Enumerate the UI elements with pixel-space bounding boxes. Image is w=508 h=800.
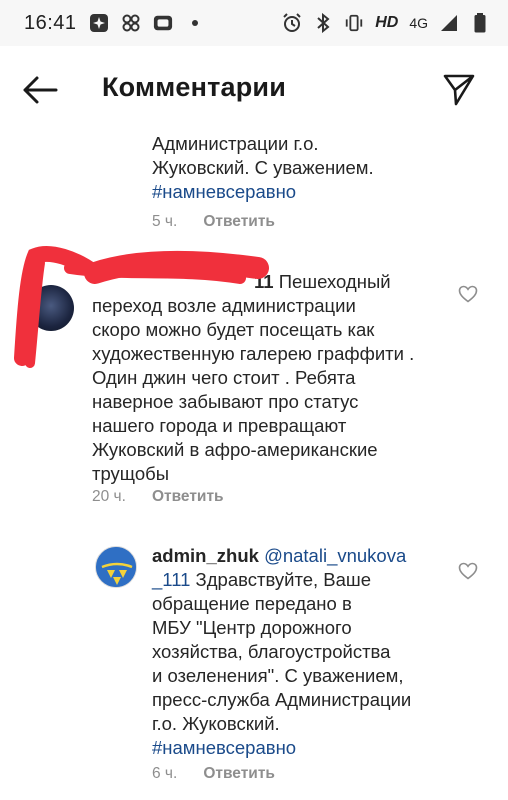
back-button[interactable] [20, 74, 60, 106]
reply-button[interactable]: Ответить [152, 488, 224, 506]
comment-line: обращение передано в [152, 593, 352, 614]
share-button[interactable] [442, 72, 476, 106]
comment-line: наверное забывают про статус [92, 391, 359, 412]
mention-link[interactable]: @natali_vnukova [264, 545, 406, 566]
alarm-icon [282, 13, 302, 33]
avatar[interactable] [95, 546, 137, 588]
hashtag-link[interactable]: #намневсеравно [152, 180, 452, 204]
dot-indicator-icon [185, 13, 205, 33]
reply-button[interactable]: Ответить [203, 765, 275, 783]
username-suffix: 11 [254, 271, 274, 292]
comment-line: хозяйства, благоустройства [152, 641, 391, 662]
heart-icon [458, 285, 478, 303]
heart-icon [458, 562, 478, 580]
comment-line: пресс-служба Администрации [152, 689, 412, 710]
status-bar: 16:41 HD 4G [0, 0, 508, 46]
comment-line: переход возле администрации [92, 295, 356, 316]
comment-line: Пешеходный [273, 271, 391, 292]
signal-icon [439, 13, 459, 33]
comment-line: Жуковский в афро-американские [92, 439, 378, 460]
username[interactable]: admin_zhuk [152, 545, 259, 566]
hashtag-link[interactable]: #намневсеравно [152, 736, 462, 760]
comment-meta: 5 ч. Ответить [152, 213, 275, 231]
app-notification-icon [89, 13, 109, 33]
header: Комментарии [0, 46, 508, 134]
comment-line: нашего города и превращают [92, 415, 347, 436]
paper-plane-icon [443, 74, 475, 106]
comment-line: Администрации г.о. [152, 133, 319, 154]
reply-button[interactable]: Ответить [203, 213, 275, 231]
bluetooth-icon [313, 13, 333, 33]
vibrate-icon [344, 13, 364, 33]
comment-line: МБУ "Центр дорожного [152, 617, 352, 638]
comment-line: г.о. Жуковский. [152, 713, 280, 734]
mention-link-continued[interactable]: _111 [152, 569, 190, 590]
arrow-left-icon [23, 76, 58, 104]
comment-time: 5 ч. [152, 213, 178, 230]
comment-meta: 6 ч. Ответить [152, 765, 275, 783]
comment-line: Жуковский. С уважением. [152, 157, 374, 178]
battery-icon [470, 13, 490, 33]
hd-indicator: HD [375, 14, 399, 31]
comment-line: и озеленения". С уважением, [152, 665, 404, 686]
comment-time: 6 ч. [152, 765, 178, 782]
status-time: 16:41 [24, 11, 77, 34]
username[interactable]: 11 [92, 271, 274, 292]
page-title: Комментарии [102, 72, 287, 102]
avatar[interactable] [28, 285, 74, 331]
comment-line: скоро можно будет посещать как [92, 319, 375, 340]
comment-meta: 20 ч. Ответить [92, 488, 224, 506]
comment-text: Администрации г.о. Жуковский. С уважение… [152, 132, 452, 204]
network-type: 4G [409, 15, 428, 31]
comment-text: admin_zhuk @natali_vnukova _111 Здравств… [152, 544, 462, 760]
comment-text: 11 Пешеходный переход возле администраци… [92, 270, 462, 486]
like-button[interactable] [458, 285, 478, 303]
comment-time: 20 ч. [92, 488, 126, 505]
card-notification-icon [153, 13, 173, 33]
coat-of-arms-icon [96, 547, 136, 587]
comment-line: Здравствуйте, Ваше [190, 569, 372, 590]
comment-line: Один джин чего стоит . Ребята [92, 367, 356, 388]
comment-line: художественную галерею граффити . [92, 343, 415, 364]
comment-line: трущобы [92, 463, 169, 484]
pinwheel-notification-icon [121, 13, 141, 33]
like-button[interactable] [458, 562, 478, 580]
